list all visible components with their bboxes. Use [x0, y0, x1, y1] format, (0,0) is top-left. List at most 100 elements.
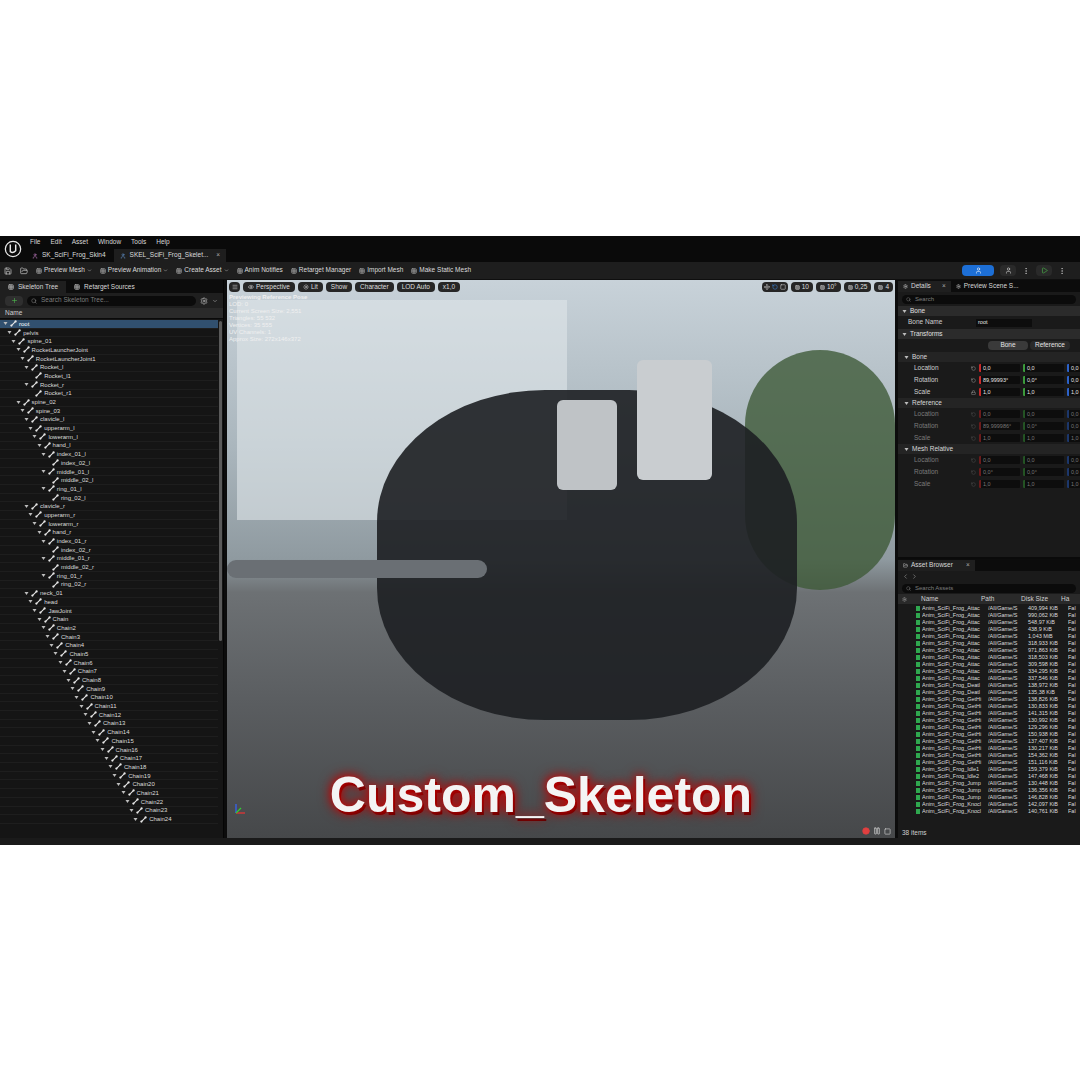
- bone-row[interactable]: Chain8: [0, 676, 218, 685]
- snap-button[interactable]: 0,25: [844, 282, 872, 292]
- details-tab[interactable]: Preview Scene S...: [951, 281, 1024, 292]
- asset-row[interactable]: Anim_SciFi_Frog_Attac/All/Game/S438,9 Ki…: [898, 626, 1080, 633]
- bone-row[interactable]: Chain3: [0, 633, 218, 642]
- bone-row[interactable]: spine_02: [0, 398, 218, 407]
- menu-item[interactable]: Window: [98, 239, 121, 246]
- expand-arrow-icon[interactable]: [24, 504, 29, 509]
- number-field[interactable]: 0,0: [1067, 364, 1080, 372]
- number-field[interactable]: 89,99993°: [979, 376, 1020, 384]
- character-mode-button[interactable]: [962, 265, 994, 276]
- bone-row[interactable]: Chain15: [0, 737, 218, 746]
- mode-button[interactable]: [1000, 265, 1016, 276]
- bone-row[interactable]: Chain2: [0, 624, 218, 633]
- bone-row[interactable]: spine_03: [0, 407, 218, 416]
- bone-row[interactable]: Chain13: [0, 720, 218, 729]
- bone-row[interactable]: Chain5: [0, 650, 218, 659]
- expand-arrow-icon[interactable]: [32, 434, 37, 439]
- expand-arrow-icon[interactable]: [70, 686, 75, 691]
- number-field[interactable]: 0,0: [1067, 376, 1080, 384]
- asset-row[interactable]: Anim_SciFi_Frog_Idle1/All/Game/S159,379 …: [898, 766, 1080, 773]
- expand-arrow-icon[interactable]: [32, 521, 37, 526]
- toolbar-button[interactable]: Import Mesh: [359, 267, 403, 274]
- toolbar-button[interactable]: Anim Notifies: [237, 267, 283, 274]
- asset-row[interactable]: Anim_SciFi_Frog_Attac/All/Game/S337,546 …: [898, 675, 1080, 682]
- bone-name-field[interactable]: root: [976, 319, 1032, 327]
- number-field[interactable]: 0,0: [979, 364, 1020, 372]
- bone-row[interactable]: JawJoint: [0, 607, 218, 616]
- panel-tab[interactable]: Retarget Sources: [66, 281, 143, 293]
- asset-row[interactable]: Anim_SciFi_Frog_Attac/All/Game/S548,97 K…: [898, 619, 1080, 626]
- more-icon[interactable]: [1022, 267, 1030, 275]
- asset-row[interactable]: Anim_SciFi_Frog_GetHi/All/Game/S129,296 …: [898, 724, 1080, 731]
- viewport-toolbar-button[interactable]: Perspective: [243, 282, 295, 292]
- number-field[interactable]: 0,0°: [1023, 376, 1064, 384]
- asset-row[interactable]: Anim_SciFi_Frog_GetHi/All/Game/S141,315 …: [898, 710, 1080, 717]
- menu-item[interactable]: File: [30, 239, 40, 246]
- panel-tab[interactable]: Skeleton Tree: [0, 281, 66, 293]
- bone-row[interactable]: lowerarm_r: [0, 520, 218, 529]
- bone-row[interactable]: Chain: [0, 615, 218, 624]
- asset-row[interactable]: Anim_SciFi_Frog_Knocl/All/Game/S142,097 …: [898, 801, 1080, 808]
- bone-row[interactable]: index_01_l: [0, 450, 218, 459]
- bone-row[interactable]: root: [0, 320, 218, 329]
- asset-row[interactable]: Anim_SciFi_Frog_Attac/All/Game/S409,994 …: [898, 605, 1080, 612]
- asset-search[interactable]: Search Assets: [902, 584, 1076, 593]
- viewport-toolbar-button[interactable]: Show: [326, 282, 352, 292]
- expand-arrow-icon[interactable]: [16, 400, 21, 405]
- reset-icon[interactable]: [971, 412, 976, 417]
- asset-row[interactable]: Anim_SciFi_Frog_Attac/All/Game/S318,933 …: [898, 640, 1080, 647]
- scrollbar[interactable]: [218, 319, 223, 838]
- bone-row[interactable]: ring_01_r: [0, 572, 218, 581]
- expand-arrow-icon[interactable]: [108, 764, 113, 769]
- bone-row[interactable]: lowerarm_l: [0, 433, 218, 442]
- asset-row[interactable]: Anim_SciFi_Frog_Attac/All/Game/S318,503 …: [898, 654, 1080, 661]
- asset-row[interactable]: Anim_SciFi_Frog_GetHi/All/Game/S130,992 …: [898, 717, 1080, 724]
- bone-row[interactable]: Chain18: [0, 763, 218, 772]
- save-icon[interactable]: [4, 267, 12, 275]
- expand-arrow-icon[interactable]: [902, 332, 907, 337]
- bone-row[interactable]: ring_01_l: [0, 485, 218, 494]
- bone-row[interactable]: Chain24: [0, 815, 218, 824]
- asset-row[interactable]: Anim_SciFi_Frog_GetHi/All/Game/S154,362 …: [898, 752, 1080, 759]
- details-tab[interactable]: Details×: [898, 281, 951, 292]
- more-icon[interactable]: [1058, 267, 1066, 275]
- bone-row[interactable]: Chain21: [0, 789, 218, 798]
- expand-arrow-icon[interactable]: [24, 382, 29, 387]
- app-logo[interactable]: [0, 236, 26, 262]
- section-header[interactable]: Bone: [898, 306, 1080, 316]
- snap-button[interactable]: 10°: [816, 282, 841, 292]
- bone-row[interactable]: neck_01: [0, 589, 218, 598]
- columns-icon[interactable]: [902, 597, 907, 602]
- menu-item[interactable]: Edit: [50, 239, 61, 246]
- scale-icon[interactable]: [780, 284, 786, 290]
- expand-arrow-icon[interactable]: [32, 608, 37, 613]
- expand-arrow-icon[interactable]: [3, 321, 8, 326]
- chevron-icon[interactable]: [212, 298, 218, 304]
- expand-arrow-icon[interactable]: [133, 817, 138, 822]
- bone-row[interactable]: RocketLauncherJoint: [0, 346, 218, 355]
- browse-icon[interactable]: [20, 267, 28, 275]
- expand-arrow-icon[interactable]: [7, 330, 12, 335]
- expand-arrow-icon[interactable]: [24, 417, 29, 422]
- viewport-toolbar-button[interactable]: Lit: [298, 282, 323, 292]
- bone-row[interactable]: pelvis: [0, 329, 218, 338]
- viewport[interactable]: PerspectiveLitShowCharacterLOD Autox1,01…: [224, 280, 898, 838]
- expand-arrow-icon[interactable]: [41, 469, 46, 474]
- toolbar-button[interactable]: Preview Animation: [100, 267, 168, 274]
- bone-row[interactable]: index_01_r: [0, 537, 218, 546]
- pause-icon[interactable]: [873, 827, 881, 835]
- expand-arrow-icon[interactable]: [904, 355, 909, 360]
- bone-row[interactable]: Chain14: [0, 728, 218, 737]
- expand-arrow-icon[interactable]: [41, 452, 46, 457]
- add-button[interactable]: [5, 296, 23, 306]
- number-field[interactable]: 0,0: [1023, 364, 1064, 372]
- number-field[interactable]: 1,0: [979, 388, 1020, 396]
- expand-arrow-icon[interactable]: [125, 799, 130, 804]
- menu-item[interactable]: Help: [156, 239, 169, 246]
- asset-row[interactable]: Anim_SciFi_Frog_GetHi/All/Game/S130,833 …: [898, 703, 1080, 710]
- bone-row[interactable]: Chain12: [0, 711, 218, 720]
- expand-arrow-icon[interactable]: [129, 808, 134, 813]
- translate-icon[interactable]: [764, 284, 770, 290]
- asset-row[interactable]: Anim_SciFi_Frog_Attac/All/Game/S309,598 …: [898, 661, 1080, 668]
- toolbar-button[interactable]: Make Static Mesh: [411, 267, 471, 274]
